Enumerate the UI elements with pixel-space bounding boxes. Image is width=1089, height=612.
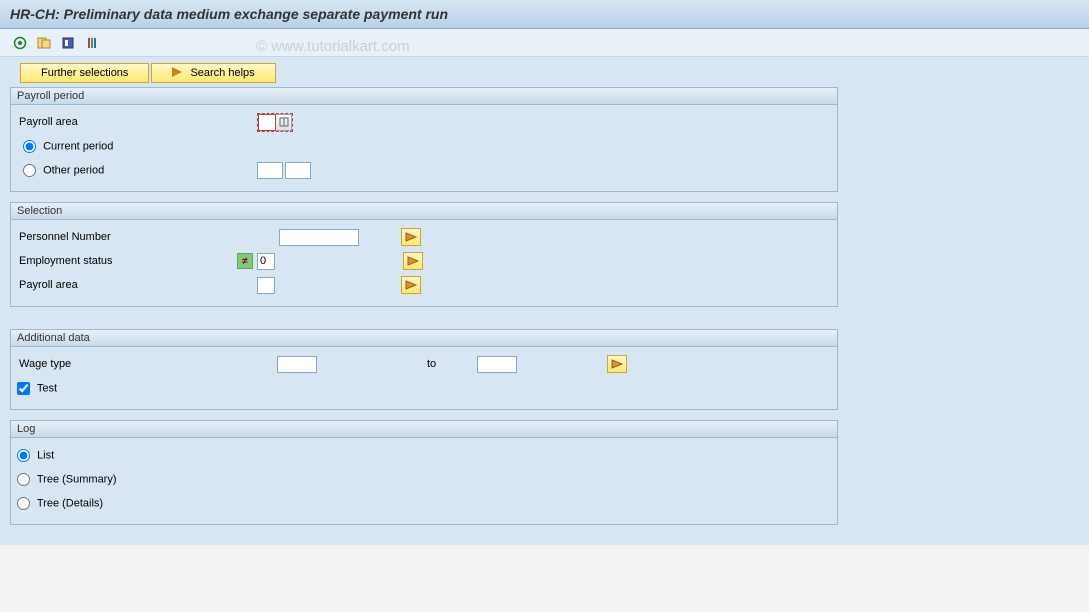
group-payroll-period: Payroll period Payroll area Current peri…	[10, 87, 838, 192]
group-header: Selection	[11, 203, 837, 220]
test-label: Test	[37, 382, 57, 394]
log-tree-details-radio[interactable]	[17, 497, 30, 510]
further-selections-button[interactable]: Further selections	[20, 63, 149, 83]
log-list-radio[interactable]	[17, 449, 30, 462]
multiple-selection-button[interactable]	[401, 276, 421, 294]
employment-status-label: Employment status	[17, 255, 177, 267]
other-period-to-input[interactable]	[285, 162, 311, 179]
group-header: Log	[11, 421, 837, 438]
other-period-label: Other period	[43, 164, 104, 176]
group-additional-data: Additional data Wage type to Test	[10, 329, 838, 410]
log-tree-details-label: Tree (Details)	[37, 497, 103, 509]
group-header: Payroll period	[11, 88, 837, 105]
execute-icon[interactable]	[10, 34, 30, 52]
multiple-selection-button[interactable]	[607, 355, 627, 373]
payroll-area-input[interactable]	[258, 114, 276, 131]
tool2-icon[interactable]	[82, 34, 102, 52]
payroll-area-sel-label: Payroll area	[17, 279, 177, 291]
log-tree-summary-radio[interactable]	[17, 473, 30, 486]
log-tree-details-row[interactable]: Tree (Details)	[17, 497, 103, 510]
search-helps-label: Search helps	[190, 67, 254, 79]
payroll-area-field-focus	[257, 113, 293, 132]
current-period-radio-row[interactable]: Current period	[17, 140, 177, 153]
page-title: HR-CH: Preliminary data medium exchange …	[0, 0, 1089, 29]
search-helps-button[interactable]: Search helps	[151, 63, 275, 83]
current-period-label: Current period	[43, 140, 113, 152]
test-checkbox[interactable]	[17, 382, 30, 395]
multiple-selection-button[interactable]	[403, 252, 423, 270]
other-period-radio[interactable]	[23, 164, 36, 177]
log-tree-summary-row[interactable]: Tree (Summary)	[17, 473, 117, 486]
personnel-number-input[interactable]	[279, 229, 359, 246]
arrow-right-icon	[172, 67, 182, 80]
multiple-selection-button[interactable]	[401, 228, 421, 246]
log-list-label: List	[37, 449, 54, 461]
not-equal-icon[interactable]: ≠	[237, 253, 253, 269]
application-toolbar	[0, 29, 1089, 57]
wage-type-from-input[interactable]	[277, 356, 317, 373]
get-variant-icon[interactable]	[34, 34, 54, 52]
personnel-number-label: Personnel Number	[17, 231, 177, 243]
tool1-icon[interactable]	[58, 34, 78, 52]
wage-type-label: Wage type	[17, 358, 177, 370]
employment-status-input[interactable]	[257, 253, 275, 270]
to-label: to	[427, 358, 477, 370]
payroll-area-label: Payroll area	[17, 116, 177, 128]
payroll-area-sel-input[interactable]	[257, 277, 275, 294]
group-header: Additional data	[11, 330, 837, 347]
matchcode-icon[interactable]	[276, 114, 292, 131]
wage-type-to-input[interactable]	[477, 356, 517, 373]
other-period-radio-row[interactable]: Other period	[17, 164, 177, 177]
group-selection: Selection Personnel Number Employment st…	[10, 202, 838, 307]
log-tree-summary-label: Tree (Summary)	[37, 473, 117, 485]
group-log: Log List Tree (Summary) Tree (Details)	[10, 420, 838, 525]
test-checkbox-row[interactable]: Test	[17, 382, 57, 395]
log-list-row[interactable]: List	[17, 449, 54, 462]
current-period-radio[interactable]	[23, 140, 36, 153]
other-period-from-input[interactable]	[257, 162, 283, 179]
